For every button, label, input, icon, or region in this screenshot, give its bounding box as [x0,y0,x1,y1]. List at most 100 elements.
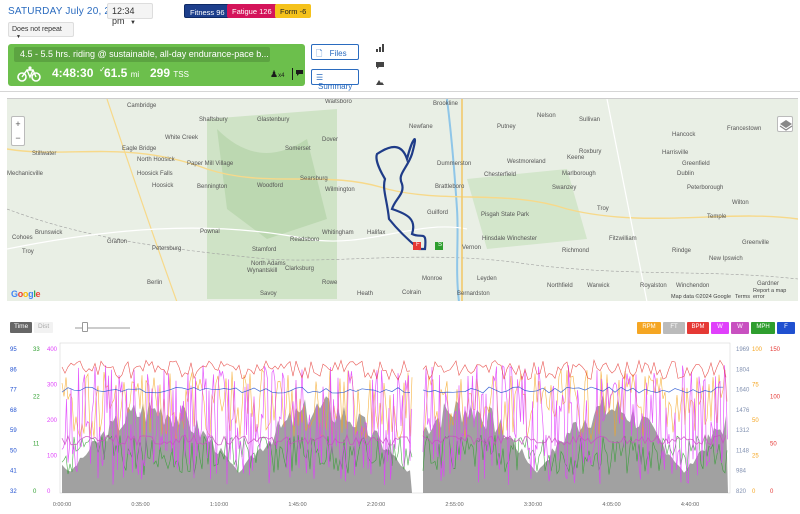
channel-toggle-bpm[interactable]: BPM [687,322,709,334]
map-label: New Ipswich [709,256,743,262]
map-label: Troy [22,249,34,255]
mountain-icon[interactable] [376,78,384,87]
x-axis-tick: 4:05:00 [602,502,620,508]
dist-toggle[interactable]: Dist [34,322,54,333]
map-label: Westmoreland [507,159,546,165]
map-label: Leyden [477,276,497,282]
tss-unit: TSS [173,70,189,79]
map-label: Sullivan [579,117,601,123]
channel-toggle-w[interactable]: W [731,322,749,334]
axis-cadence-tick: 100 [752,347,763,353]
x-axis-tick: 2:55:00 [445,502,463,508]
chat-icon[interactable] [376,62,384,72]
x-axis-tick: 0:35:00 [131,502,149,508]
repeat-dropdown[interactable]: Does not repeat ▼ [8,22,74,40]
map-label: Northfield [547,283,573,289]
finish-marker-label: F [416,242,420,248]
map-label: Keene [567,155,585,161]
map-label: North Hoosick [137,157,175,163]
axis-elevation-tick: 1640 [736,388,750,394]
map-label: Gardner [757,281,780,287]
workout-tss: 299 TSS [150,66,189,80]
workout-title: 4.5 - 5.5 hrs. riding @ sustainable, all… [14,47,270,62]
map-label: Richmond [562,248,590,254]
x-axis-tick: 2:20:00 [367,502,385,508]
axis-heartrate-tick: 100 [770,394,781,400]
axis-fitness-tick: 95 [10,347,17,353]
axis-fitness-tick: 68 [10,408,17,414]
map-label: Somerset [285,146,311,152]
map-label: Fitzwilliam [609,236,637,242]
axis-speed-tick: 33 [33,347,40,353]
map-label: Brunswick [35,230,63,236]
x-axis-tick: 4:40:00 [681,502,699,508]
map-label: Bernardston [457,291,490,297]
axis-speed-tick: 0 [33,489,37,495]
map-label: Royalston [640,283,667,289]
channel-toggle-mph[interactable]: MPH [751,322,775,334]
axis-power-tick: 200 [47,418,58,424]
axis-elevation-tick: 820 [736,489,747,495]
map-label: Cohoes [12,235,33,241]
chevron-down-icon: ▼ [16,34,21,40]
kettlebell-icon: ♟x4 [270,69,285,79]
axis-power-tick: 0 [47,489,51,495]
zoom-out-button[interactable]: − [12,131,24,145]
channel-toggle-rpm[interactable]: RPM [637,322,661,334]
map-label: Troy [597,206,609,212]
map-label: Rowe [322,280,338,286]
workout-distance: 61.5 mi [104,66,139,80]
map-label: Heath [357,291,374,297]
axis-speed-tick: 11 [33,442,40,448]
map-label: Warwick [587,283,610,289]
map-label: Searsburg [300,176,328,182]
zoom-slider-handle[interactable] [82,322,88,332]
axis-cadence-tick: 75 [752,383,759,389]
route-map[interactable]: Cambridge Waitsboro Brookline Shaftsbury Gla… [7,98,798,301]
map-label: Halifax [367,230,386,236]
axis-fitness-tick: 41 [10,469,17,475]
x-axis-tick: 0:00:00 [53,502,71,508]
map-label: Peterborough [687,185,724,191]
time-dropdown[interactable]: 12:34 pm ▼ [107,3,153,26]
chevron-down-icon: ▼ [130,20,136,26]
channel-toggle-f[interactable]: F [777,322,795,334]
map-layers-button[interactable] [777,116,793,132]
files-button[interactable]: 🗋 Files [311,44,359,60]
map-label: Eagle Bridge [122,146,157,152]
axis-elevation-tick: 984 [736,469,747,475]
axis-elevation-tick: 1148 [736,448,750,454]
axis-elevation-tick: 1969 [736,347,750,353]
summary-button[interactable]: ☰ Summary [311,69,359,91]
kettlebell-count: x4 [278,73,285,79]
map-label: Harrisville [662,150,689,156]
x-axis-tick: 1:10:00 [210,502,228,508]
map-label: Mechanicville [7,171,44,177]
form-badge: Form -6 [275,4,312,18]
map-label: Dummerston [437,161,472,167]
channel-toggle-w[interactable]: W [711,322,729,334]
map-label: Hoosick [152,183,174,189]
map-label: White Creek [165,135,199,141]
workout-chart[interactable]: 95 86 77 68 59 50 41 32 33 22 11 0 400 300 200 100 0 1969… [0,335,800,514]
axis-fitness-tick: 50 [10,448,17,454]
time-toggle[interactable]: Time [10,322,33,333]
zoom-in-button[interactable]: + [12,117,24,131]
map-zoom-control[interactable]: + − [11,116,25,146]
map-report-link[interactable]: Report a map error [753,288,798,300]
channel-toggle-ft[interactable]: FT [663,322,685,334]
map-label: Cambridge [127,103,157,109]
axis-cadence-tick: 50 [752,418,759,424]
map-label: Putney [497,124,516,130]
header-divider [0,91,800,92]
x-axis-tick: 1:45:00 [288,502,306,508]
distance-value: 61.5 [104,66,128,80]
list-icon: ☰ [316,73,324,82]
axis-elevation-tick: 1476 [736,408,750,414]
map-label: Pownal [200,229,220,235]
axis-heartrate-tick: 0 [770,489,774,495]
bar-chart-icon[interactable] [376,44,384,54]
map-label: Vernon [462,245,482,251]
workout-card[interactable]: 4.5 - 5.5 hrs. riding @ sustainable, all… [8,44,305,86]
map-terms-link[interactable]: Terms [735,294,750,300]
